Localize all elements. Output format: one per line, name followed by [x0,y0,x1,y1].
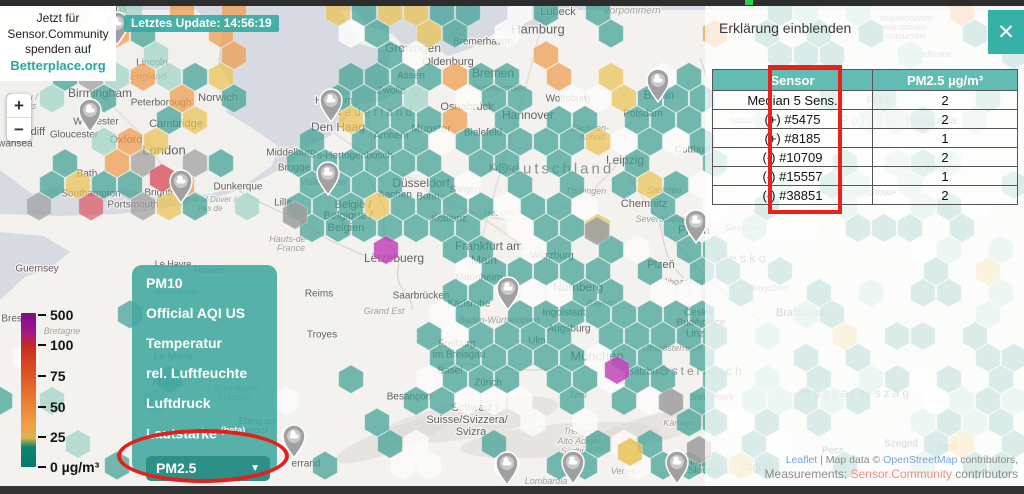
scale-tick-label: 75 [50,368,66,384]
sensor-table-header: SensorPM2.5 µg/m³ [713,70,1018,91]
color-scale-legend: 500 100 75 50 25 0 µg/m³ [18,300,128,480]
sensor-community-link[interactable]: Sensor.Community [851,467,952,481]
svg-text:Suisse/Svizzera/: Suisse/Svizzera/ [426,414,508,426]
table-cell: 2 [873,91,1018,110]
leaflet-link[interactable]: Leaflet [786,454,818,466]
bottom-black-bar [0,486,1024,494]
table-cell: Median 5 Sens. [713,91,873,110]
table-header-cell: PM2.5 µg/m³ [873,70,1018,91]
table-cell: 1 [873,167,1018,186]
scale-tick-label: 100 [50,337,73,353]
osm-link[interactable]: OpenStreetMap [883,454,957,466]
table-row: (-) #155571 [713,167,1018,186]
table-cell: 1 [873,129,1018,148]
chevron-down-icon: ▼ [250,463,260,474]
scale-tick [38,344,46,346]
table-cell: (-) #10709 [713,148,873,167]
svg-text:Vorpommern: Vorpommern [603,6,661,17]
scale-tick [38,314,46,316]
selected-layer-label: PM2.5 [156,460,196,476]
table-row: (+) #81851 [713,129,1018,148]
scale-tick-label: 0 µg/m³ [50,459,99,475]
color-scale-gradient [21,313,36,467]
svg-text:Saarbrücken: Saarbrücken [393,291,450,302]
table-cell: 2 [873,186,1018,205]
layer-selected-pm25[interactable]: PM2.5 ▼ [146,456,270,481]
layer-menu: PM10 Official AQI US Temperatur rel. Luftfe… [132,265,277,473]
scale-tick [38,436,46,438]
map-attribution: Leaflet | Map data © OpenStreetMap contr… [765,454,1018,482]
svg-text:Dunkerque: Dunkerque [214,182,263,193]
table-cell: 2 [873,148,1018,167]
top-black-bar [0,0,1024,6]
explanation-panel: Erklärung einblenden ✕ SensorPM2.5 µg/m³… [705,6,1024,486]
map-zoom-control: + − [7,94,31,141]
layer-item-pm10[interactable]: PM10 [146,275,277,291]
layer-item-rel-luftfeuchte[interactable]: rel. Luftfeuchte [146,365,277,381]
table-row: Median 5 Sens.2 [713,91,1018,110]
scale-tick [38,466,46,468]
table-cell: 2 [873,110,1018,129]
topbar-green-notch [745,0,753,5]
donation-line: spenden auf [2,42,114,58]
table-cell: (+) #8185 [713,129,873,148]
zoom-in-button[interactable]: + [7,94,31,118]
donation-line: Jetzt für [2,11,114,27]
layer-item-temperatur[interactable]: Temperatur [146,335,277,351]
scale-tick [38,375,46,377]
scale-tick-label: 500 [50,307,73,323]
table-row: (-) #107092 [713,148,1018,167]
table-row: (+) #54752 [713,110,1018,129]
scale-tick-label: 50 [50,399,66,415]
table-cell: (+) #5475 [713,110,873,129]
layer-item-lautstaerke[interactable]: Lautstärke (beta) [146,425,277,442]
betterplace-link[interactable]: Betterplace.org [2,58,114,75]
layer-item-official-aqi-us[interactable]: Official AQI US [146,305,277,321]
sensor-table: SensorPM2.5 µg/m³ Median 5 Sens.2(+) #54… [712,69,1018,205]
svg-text:Reims: Reims [305,289,333,300]
last-update-badge: Letztes Update: 14:56:19 [124,15,279,32]
table-header-cell: Sensor [713,70,873,91]
table-cell: (-) #15557 [713,167,873,186]
svg-text:France: France [277,243,305,253]
table-cell: (-) #38851 [713,186,873,205]
layer-item-luftdruck[interactable]: Luftdruck [146,395,277,411]
panel-title: Erklärung einblenden [719,20,851,36]
svg-text:Troyes: Troyes [307,330,337,341]
table-row: (-) #388512 [713,186,1018,205]
close-icon[interactable]: ✕ [988,10,1024,54]
svg-text:Guernsey: Guernsey [15,264,58,275]
donation-line: Sensor.Community [2,27,114,43]
zoom-out-button[interactable]: − [7,118,31,141]
scale-tick-label: 25 [50,429,66,445]
donation-box: Jetzt für Sensor.Community spenden auf B… [0,6,116,81]
svg-text:Grand Est: Grand Est [364,306,405,316]
scale-tick [38,406,46,408]
